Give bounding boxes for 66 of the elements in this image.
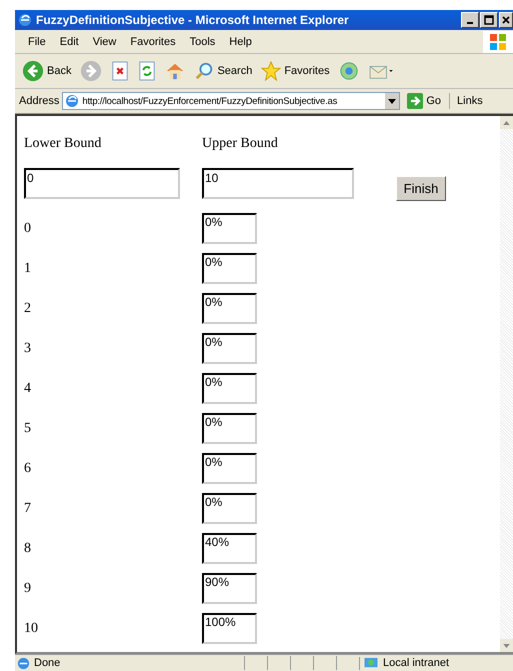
links-button[interactable]: Links <box>453 95 487 107</box>
menu-item[interactable]: Tools <box>182 36 222 48</box>
scroll-up-icon <box>503 120 510 124</box>
stop-icon <box>111 61 130 81</box>
page-icon <box>17 656 30 670</box>
home-icon <box>165 61 186 81</box>
minimize-icon <box>467 22 473 24</box>
row-label: 10 <box>24 620 39 637</box>
row-label: 4 <box>24 380 32 397</box>
refresh-icon <box>138 61 156 81</box>
menu-item[interactable]: Edit <box>52 36 86 48</box>
row-label: 3 <box>24 340 32 357</box>
input-field[interactable]: 0% <box>202 412 257 444</box>
maximize-icon <box>484 15 494 25</box>
column-label: Upper Bound <box>202 136 278 152</box>
finish-button[interactable]: Finish <box>396 176 446 201</box>
row-label: 6 <box>24 460 32 477</box>
input-field[interactable]: 0% <box>202 252 257 284</box>
browser-icon <box>18 13 32 27</box>
status-text: Done <box>34 657 62 669</box>
menu-item[interactable]: View <box>86 36 124 48</box>
row-label: 9 <box>24 580 32 597</box>
star-icon <box>261 61 282 81</box>
go-button[interactable]: Go <box>403 93 450 109</box>
network-icon <box>359 656 379 670</box>
address-label: Address <box>19 95 60 107</box>
search-button[interactable]: Search <box>191 59 256 83</box>
input-field[interactable]: 40% <box>202 532 257 564</box>
menu-item[interactable]: Favorites <box>123 36 183 48</box>
window-title: FuzzyDefinitionSubjective - Microsoft Internet Explorer <box>36 13 350 27</box>
close-icon <box>501 15 511 25</box>
input-field[interactable]: 0% <box>202 292 257 324</box>
globe-icon <box>338 61 359 81</box>
input-field[interactable]: 0% <box>202 492 257 524</box>
dropdown-button[interactable] <box>385 93 400 109</box>
menu-item[interactable]: Help <box>222 36 259 48</box>
search-icon <box>194 61 214 81</box>
input-field[interactable]: 0% <box>202 332 257 364</box>
column-label: Lower Bound <box>24 136 102 152</box>
minimize-button[interactable] <box>461 12 479 28</box>
go-arrow-icon <box>407 93 424 109</box>
row-label: 8 <box>24 540 32 557</box>
input-field[interactable]: 100% <box>202 612 257 644</box>
input-field[interactable]: 10 <box>202 168 354 199</box>
scroll-down-icon <box>503 644 510 648</box>
close-button[interactable] <box>499 12 513 28</box>
favorites-button[interactable]: Favorites <box>258 59 333 83</box>
row-label: 2 <box>24 300 32 317</box>
input-field[interactable]: 0% <box>202 372 257 404</box>
windows-flag-icon <box>483 30 513 52</box>
address-field[interactable]: http://localhost/FuzzyEnforcement/FuzzyDefinitionSubjective.as <box>62 92 400 110</box>
input-field[interactable]: 0% <box>202 452 257 484</box>
row-label: 7 <box>24 500 32 517</box>
input-field[interactable]: 0% <box>202 212 257 244</box>
menu-item[interactable]: File <box>21 36 53 48</box>
back-button[interactable]: Back <box>19 58 74 84</box>
row-label: 1 <box>24 260 32 277</box>
input-field[interactable]: 90% <box>202 572 257 604</box>
page-icon <box>65 94 80 108</box>
scrollbar[interactable] <box>500 116 513 652</box>
zone-indicator: Local intranet <box>383 657 450 669</box>
row-label: 5 <box>24 420 32 437</box>
maximize-button[interactable] <box>480 12 498 28</box>
input-field[interactable]: 0 <box>24 168 180 199</box>
caret-icon <box>388 98 396 104</box>
row-label: 0 <box>24 220 32 237</box>
